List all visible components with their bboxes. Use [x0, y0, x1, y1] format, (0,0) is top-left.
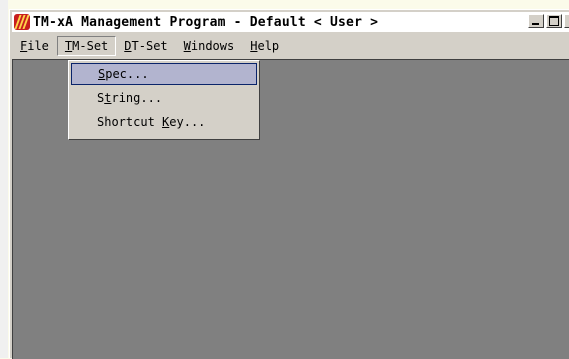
menu-item-shortcut-key[interactable]: Shortcut Key... — [71, 111, 257, 133]
close-button[interactable]: × — [564, 14, 569, 28]
menu-dt-set[interactable]: DT-Set — [116, 36, 175, 56]
title-bar[interactable]: TM-xA Management Program - Default < Use… — [12, 12, 569, 32]
window-controls: × — [526, 14, 569, 28]
maximize-button[interactable] — [546, 14, 562, 28]
menu-file[interactable]: File — [12, 36, 57, 56]
menu-item-string[interactable]: String... — [71, 87, 257, 109]
menu-item-spec[interactable]: Spec... — [71, 63, 257, 85]
menu-tm-set[interactable]: TM-Set — [56, 36, 117, 56]
menu-windows[interactable]: Windows — [176, 36, 243, 56]
menu-bar: File TM-Set DT-Set Windows Help — [12, 36, 569, 56]
menu-help[interactable]: Help — [242, 36, 287, 56]
window-title: TM-xA Management Program - Default < Use… — [33, 14, 379, 30]
background-window-edge — [0, 0, 8, 358]
tm-set-dropdown-menu: Spec... String... Shortcut Key... — [68, 60, 260, 140]
minimize-button[interactable] — [528, 14, 544, 28]
app-logo-icon — [14, 14, 30, 30]
